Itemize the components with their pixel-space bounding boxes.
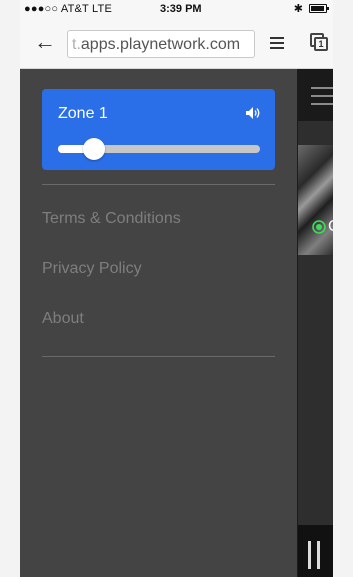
menu-item-terms[interactable]: Terms & Conditions	[42, 210, 181, 228]
browser-menu-icon[interactable]	[270, 37, 284, 49]
pause-icon[interactable]	[308, 541, 320, 569]
carrier-signal: ●●●○○ AT&T LTE	[24, 3, 112, 15]
player-bar	[298, 525, 333, 577]
status-right: ✱	[293, 2, 329, 15]
album-art	[298, 145, 333, 255]
battery-icon	[309, 4, 329, 13]
speaker-icon[interactable]	[245, 106, 261, 120]
volume-slider[interactable]	[58, 138, 260, 160]
divider	[42, 184, 275, 185]
side-drawer: Zone 1 Terms & Conditions Privacy Policy…	[20, 69, 297, 577]
peek-header	[298, 69, 333, 121]
status-bar: ●●●○○ AT&T LTE 3:39 PM ✱	[20, 0, 333, 18]
zone-name: Zone 1	[58, 105, 108, 122]
clock: 3:39 PM	[160, 3, 202, 15]
menu-item-about[interactable]: About	[42, 310, 84, 328]
main-content-peek[interactable]: C	[297, 69, 333, 577]
hamburger-menu-icon[interactable]	[311, 87, 333, 111]
url-text: apps.playnetwork.com	[80, 36, 241, 53]
bluetooth-icon: ✱	[293, 3, 303, 15]
divider	[42, 356, 275, 357]
app-viewport: Zone 1 Terms & Conditions Privacy Policy…	[20, 69, 333, 577]
zone-card[interactable]: Zone 1	[42, 89, 275, 170]
back-arrow-icon[interactable]: ←	[34, 30, 56, 54]
tabs-icon[interactable]: 1	[310, 33, 328, 51]
playing-status-icon	[312, 220, 326, 234]
volume-slider-knob[interactable]	[83, 138, 105, 160]
browser-toolbar: ← t.apps.playnetwork.com 1	[20, 18, 333, 69]
menu-item-privacy[interactable]: Privacy Policy	[42, 260, 142, 278]
url-prefix: t.	[72, 36, 81, 53]
address-bar[interactable]: t.apps.playnetwork.com	[67, 30, 255, 58]
track-title-fragment: C	[328, 218, 333, 236]
